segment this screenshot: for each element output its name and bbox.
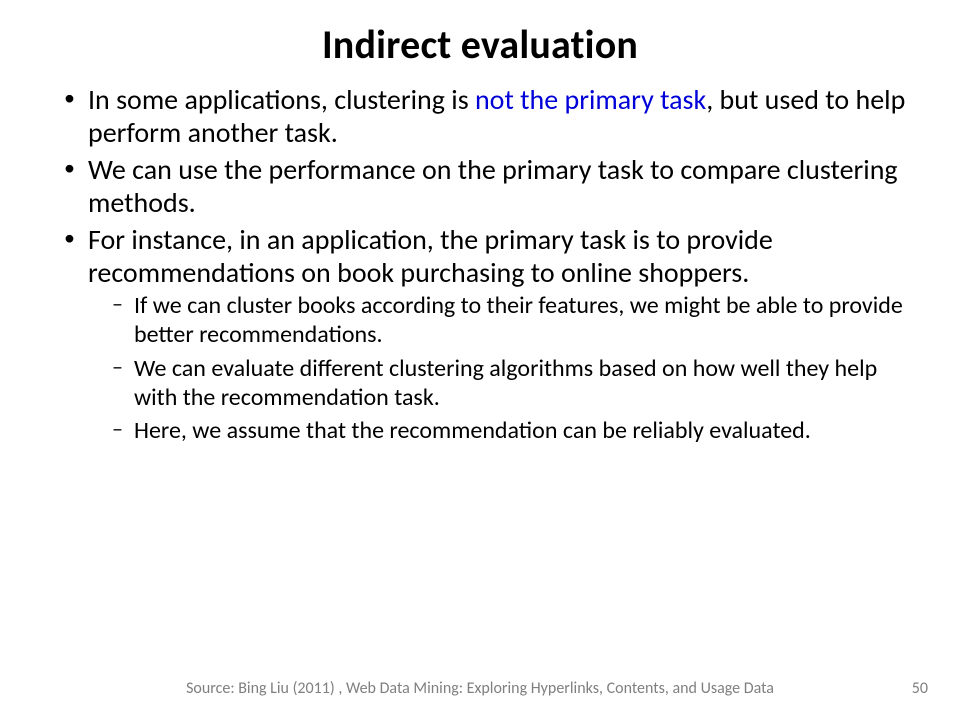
bullet-item: We can use the performance on the primar…: [58, 153, 910, 219]
bullet-text-pre: In some applications, clustering is: [88, 82, 475, 117]
sub-item: We can evaluate different clustering alg…: [110, 354, 910, 413]
slide: Indirect evaluation In some applications…: [0, 0, 960, 720]
source-footer: Source: Bing Liu (2011) , Web Data Minin…: [0, 679, 960, 698]
page-number: 50: [912, 679, 928, 698]
sub-list: If we can cluster books according to the…: [88, 291, 910, 445]
bullet-text: We can use the performance on the primar…: [88, 152, 898, 220]
bullet-text: For instance, in an application, the pri…: [88, 222, 773, 290]
bullet-list: In some applications, clustering is not …: [50, 83, 910, 446]
sub-item: If we can cluster books according to the…: [110, 291, 910, 350]
sub-item: Here, we assume that the recommendation …: [110, 416, 910, 445]
sub-text: We can evaluate different clustering alg…: [134, 354, 877, 412]
bullet-item: In some applications, clustering is not …: [58, 83, 910, 149]
sub-text: If we can cluster books according to the…: [134, 291, 903, 349]
sub-text: Here, we assume that the recommendation …: [134, 416, 811, 445]
bullet-highlight: not the primary task: [475, 82, 706, 117]
slide-title: Indirect evaluation: [50, 20, 910, 69]
bullet-item: For instance, in an application, the pri…: [58, 223, 910, 445]
